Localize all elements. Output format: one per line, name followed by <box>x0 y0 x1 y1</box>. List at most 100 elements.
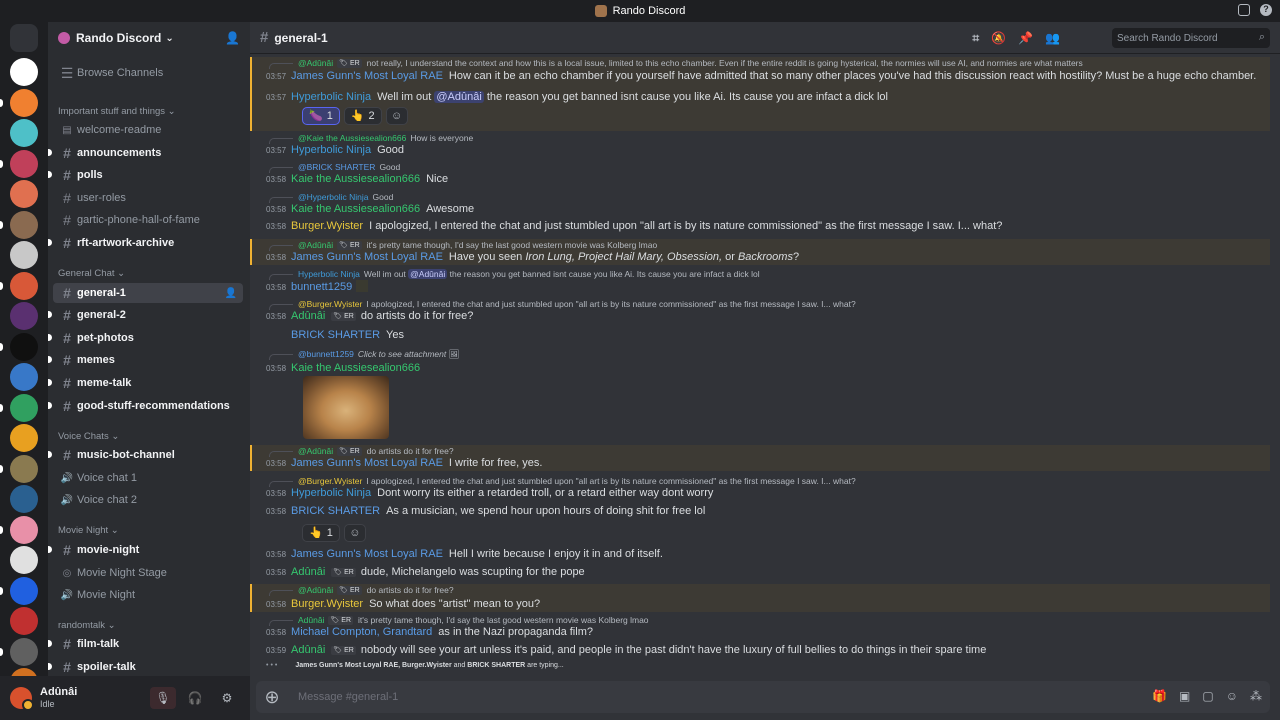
channel-item-pet-photos[interactable]: # pet-photos <box>48 328 243 348</box>
server-icon[interactable] <box>10 241 38 269</box>
reply-preview[interactable]: @Adûnâi 🏷 ER do artists do it for free? <box>298 584 454 597</box>
message-author[interactable]: Kaie the Aussiesealion666 <box>291 362 420 374</box>
server-icon[interactable] <box>10 363 38 391</box>
channel-item-movie-night[interactable]: 🔊 Movie Night <box>53 585 243 605</box>
message-author[interactable]: Burger.Wyister <box>291 220 363 232</box>
server-icon[interactable] <box>10 424 38 452</box>
server-icon[interactable] <box>10 332 38 361</box>
message-author[interactable]: Hyperbolic Ninja <box>291 487 371 499</box>
server-icon[interactable] <box>10 180 38 208</box>
mention[interactable]: @Adûnâi <box>434 91 484 103</box>
message-author[interactable]: bunnett1259 <box>291 281 352 293</box>
discord-home-icon[interactable] <box>10 24 38 52</box>
server-icon[interactable] <box>10 454 38 483</box>
server-icon[interactable] <box>10 119 38 147</box>
server-header[interactable]: Rando Discord ⌄ 👤 <box>48 22 250 54</box>
channel-item-spoiler-talk[interactable]: # spoiler-talk <box>48 657 243 676</box>
channel-item-meme-talk[interactable]: # meme-talk <box>48 373 243 393</box>
server-icon[interactable] <box>10 271 38 300</box>
invite-icon[interactable]: 👤 <box>225 288 237 299</box>
server-icon[interactable] <box>10 576 38 605</box>
settings-icon[interactable]: ⚙ <box>214 687 240 709</box>
channel-item-general-1[interactable]: # general-1 👤 <box>53 283 243 303</box>
threads-icon[interactable]: ⌗ <box>972 31 979 46</box>
gif-icon[interactable]: ▣ <box>1179 689 1190 703</box>
message-author[interactable]: Kaie the Aussiesealion666 <box>291 203 420 215</box>
reaction-button[interactable]: 👆 1 <box>302 524 340 542</box>
reaction-button[interactable]: 👆 2 <box>343 107 382 125</box>
mention[interactable]: @Adûnâi <box>408 269 448 279</box>
server-icon[interactable] <box>10 149 38 178</box>
gift-icon[interactable]: 🎁 <box>1152 689 1167 703</box>
channel-category[interactable]: Voice Chats ⌄ <box>58 431 119 442</box>
channel-item-welcome-readme[interactable]: ▤ welcome-readme <box>53 120 243 140</box>
channel-item-general-2[interactable]: # general-2 <box>48 305 243 325</box>
reply-preview[interactable]: @bunnett1259 Click to see attachment 🖼 <box>298 348 459 361</box>
reply-preview[interactable]: @Adûnâi 🏷 ER not really, I understand the … <box>298 57 1083 70</box>
channel-item-music-bot-channel[interactable]: # music-bot-channel <box>48 445 243 465</box>
message-list[interactable]: @Adûnâi 🏷 ER not really, I understand the … <box>250 54 1280 676</box>
add-reaction-icon[interactable]: ☺ <box>343 524 366 542</box>
channel-item-user-roles[interactable]: # user-roles <box>53 188 243 208</box>
server-icon[interactable] <box>10 88 38 117</box>
channel-item-memes[interactable]: # memes <box>48 350 243 370</box>
message-author[interactable]: James Gunn's Most Loyal RAE <box>291 70 443 82</box>
server-list[interactable] <box>0 22 48 720</box>
message-input[interactable]: ⊕ Message #general-1 🎁 ▣ ▢ ☺ ⁂ <box>256 681 1270 713</box>
server-icon[interactable] <box>10 302 38 330</box>
channel-item-voice-chat-1[interactable]: 🔊 Voice chat 1 <box>53 468 243 488</box>
channel-item-voice-chat-2[interactable]: 🔊 Voice chat 2 <box>53 490 243 510</box>
message-author[interactable]: Adûnâi <box>291 644 325 656</box>
sticker-icon[interactable]: ▢ <box>1202 689 1213 703</box>
message-author[interactable]: BRICK SHARTER <box>291 505 380 517</box>
message-author[interactable]: Kaie the Aussiesealion666 <box>291 173 420 185</box>
channel-item-movie-night[interactable]: # movie-night <box>48 540 243 560</box>
search-input[interactable]: Search Rando Discord ⌕ <box>1112 28 1270 48</box>
channel-item-movie-night-stage[interactable]: ◎ Movie Night Stage <box>53 563 243 583</box>
inbox-icon[interactable] <box>1238 4 1250 16</box>
add-attachment-icon[interactable]: ⊕ <box>256 687 288 708</box>
message-author[interactable]: Adûnâi <box>291 566 325 578</box>
apps-icon[interactable]: ⁂ <box>1250 689 1262 703</box>
message-author[interactable]: Hyperbolic Ninja <box>291 144 371 156</box>
pinned-icon[interactable]: 📌 <box>1018 31 1033 46</box>
members-icon[interactable]: 👥 <box>1045 31 1060 46</box>
server-icon[interactable] <box>10 485 38 513</box>
add-reaction-icon[interactable]: ☺ <box>385 107 408 125</box>
reaction-button[interactable]: 🍆 1 <box>302 107 340 125</box>
message-author[interactable]: James Gunn's Most Loyal RAE <box>291 457 443 469</box>
server-icon[interactable] <box>10 546 38 574</box>
server-icon[interactable] <box>10 393 38 422</box>
channel-category[interactable]: General Chat ⌄ <box>58 268 125 279</box>
message-author[interactable]: Michael Compton, Grandtard <box>291 626 432 638</box>
server-icon[interactable] <box>10 210 38 239</box>
channel-item-good-stuff-recommendations[interactable]: # good-stuff-recommendations <box>48 396 243 416</box>
avatar[interactable] <box>10 687 34 711</box>
message-author[interactable]: Adûnâi <box>291 310 325 322</box>
message-author[interactable]: Hyperbolic Ninja <box>291 91 371 103</box>
shiba-image[interactable] <box>303 376 389 439</box>
channel-item-gartic-phone-hall-of-fame[interactable]: # gartic-phone-hall-of-fame <box>53 210 243 230</box>
channel-item-polls[interactable]: # polls <box>48 165 243 185</box>
headset-icon[interactable]: 🎧 <box>182 687 208 709</box>
server-icon[interactable] <box>10 515 38 544</box>
invite-icon[interactable]: 👤 <box>225 31 240 45</box>
emoji-icon[interactable]: ☺ <box>1226 689 1238 703</box>
channel-category[interactable]: randomtalk ⌄ <box>58 620 116 631</box>
server-icon[interactable] <box>10 607 38 635</box>
mic-muted-icon[interactable]: 🎙 <box>150 687 176 709</box>
help-icon[interactable]: ? <box>1260 4 1272 16</box>
server-icon[interactable] <box>10 637 38 666</box>
channel-item-rft-artwork-archive[interactable]: # rft-artwork-archive <box>48 233 243 253</box>
message-author[interactable]: James Gunn's Most Loyal RAE <box>291 251 443 263</box>
message-author[interactable]: James Gunn's Most Loyal RAE <box>291 548 443 560</box>
browse-channels[interactable]: ☰ Browse Channels <box>53 63 243 83</box>
notifications-muted-icon[interactable]: 🔕 <box>991 31 1006 46</box>
channel-item-film-talk[interactable]: # film-talk <box>48 634 243 654</box>
channel-item-announcements[interactable]: # announcements <box>48 143 243 163</box>
channel-category[interactable]: Important stuff and things ⌄ <box>58 106 176 117</box>
message-author[interactable]: BRICK SHARTER <box>291 329 380 341</box>
channel-category[interactable]: Movie Night ⌄ <box>58 525 119 536</box>
server-icon[interactable] <box>10 58 38 86</box>
message-author[interactable]: Burger.Wyister <box>291 598 363 610</box>
